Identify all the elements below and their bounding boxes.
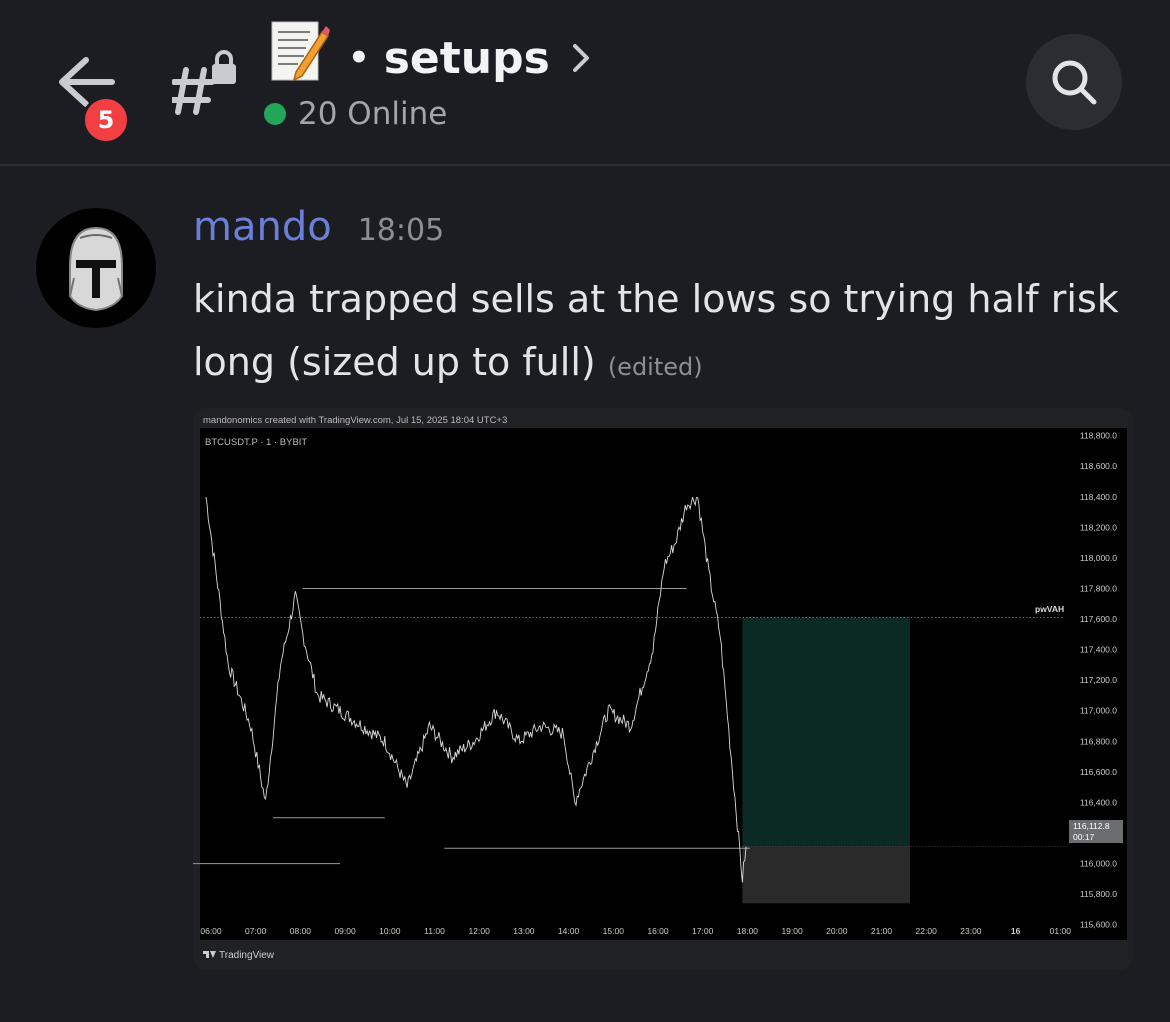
y-tick-label: 118,800.0 <box>1080 431 1117 441</box>
chart-footer: TradingView <box>219 950 275 961</box>
online-status: 20 Online <box>264 96 447 132</box>
chart-image-attachment[interactable]: mandonomics created with TradingView.com… <box>193 408 1133 970</box>
message-body: kinda trapped sells at the lows so tryin… <box>193 268 1133 393</box>
x-tick-label: 23:00 <box>960 926 982 936</box>
online-count: 20 Online <box>298 96 448 132</box>
y-tick-label: 118,400.0 <box>1080 492 1117 502</box>
helmet-avatar-icon <box>69 226 123 312</box>
edited-tag: (edited) <box>607 352 703 381</box>
x-tick-label: 14:00 <box>558 926 580 936</box>
y-tick-label: 118,000.0 <box>1080 553 1117 563</box>
chart-svg: mandonomics created with TradingView.com… <box>193 408 1133 970</box>
y-tick-label: 118,600.0 <box>1080 461 1117 471</box>
title-dot: • <box>348 38 370 78</box>
position-loss-zone <box>742 846 910 904</box>
y-tick-label: 116,000.0 <box>1080 859 1117 869</box>
x-tick-label: 15:00 <box>603 926 625 936</box>
chart-watermark: mandonomics created with TradingView.com… <box>203 415 507 426</box>
message-timestamp: 18:05 <box>357 213 445 248</box>
chevron-right-icon <box>572 44 589 72</box>
memo-icon <box>271 21 330 82</box>
level-label: pwVAH <box>1035 604 1064 614</box>
y-tick-label: 116,400.0 <box>1080 797 1117 807</box>
channel-title-button[interactable]: • setups <box>348 28 592 88</box>
countdown-label: 00:17 <box>1073 832 1095 842</box>
y-tick-label: 117,600.0 <box>1080 614 1117 624</box>
unread-badge: 5 <box>82 96 130 144</box>
channel-name: setups <box>383 32 550 84</box>
price-label: 116,112.8 <box>1073 821 1110 831</box>
search-icon <box>1052 60 1097 105</box>
y-tick-label: 117,200.0 <box>1080 675 1117 685</box>
x-tick-label: 09:00 <box>334 926 356 936</box>
y-tick-label: 117,400.0 <box>1080 645 1117 655</box>
x-tick-label: 16:00 <box>647 926 669 936</box>
x-tick-label: 08:00 <box>290 926 312 936</box>
x-tick-label: 10:00 <box>379 926 401 936</box>
x-tick-label: 16 <box>1011 926 1021 936</box>
avatar[interactable] <box>36 208 156 328</box>
x-tick-label: 20:00 <box>826 926 848 936</box>
search-button[interactable] <box>1026 34 1122 130</box>
x-tick-label: 19:00 <box>781 926 803 936</box>
x-tick-label: 12:00 <box>469 926 491 936</box>
position-profit-zone <box>742 617 910 847</box>
author-name[interactable]: mando <box>193 204 332 250</box>
x-tick-label: 06:00 <box>200 926 222 936</box>
online-dot-icon <box>264 103 286 125</box>
chart-symbol: BTCUSDT.P · 1 · BYBIT <box>205 437 307 448</box>
message-header: mando 18:05 <box>193 204 444 250</box>
x-tick-label: 21:00 <box>871 926 893 936</box>
y-tick-label: 116,800.0 <box>1080 736 1117 746</box>
locked-hashtag-icon <box>172 50 236 115</box>
channel-header: 5 • setups 20 Online <box>0 0 1170 166</box>
y-tick-label: 116,600.0 <box>1080 767 1117 777</box>
y-tick-label: 118,200.0 <box>1080 522 1117 532</box>
x-tick-label: 18:00 <box>737 926 759 936</box>
x-tick-label: 11:00 <box>424 926 445 936</box>
y-tick-label: 115,800.0 <box>1080 889 1117 899</box>
x-tick-label: 22:00 <box>916 926 938 936</box>
x-tick-label: 17:00 <box>692 926 714 936</box>
x-tick-label: 01:00 <box>1050 926 1072 936</box>
y-tick-label: 115,600.0 <box>1080 920 1117 930</box>
y-tick-label: 117,800.0 <box>1080 583 1117 593</box>
x-tick-label: 07:00 <box>245 926 267 936</box>
y-tick-label: 117,000.0 <box>1080 706 1117 716</box>
x-tick-label: 13:00 <box>513 926 535 936</box>
